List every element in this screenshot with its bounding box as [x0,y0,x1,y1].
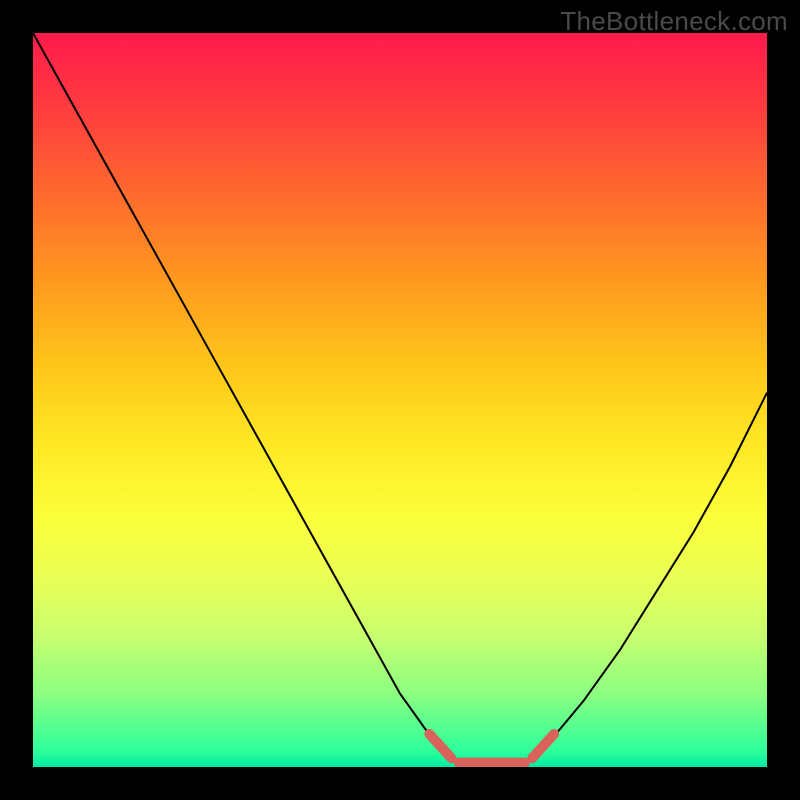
bottleneck-curve [33,33,767,763]
outer-frame: TheBottleneck.com [0,0,800,800]
chart-svg [33,33,767,767]
plot-area [33,33,767,767]
highlight-right-tick [532,734,554,758]
highlight-left-tick [429,734,451,758]
